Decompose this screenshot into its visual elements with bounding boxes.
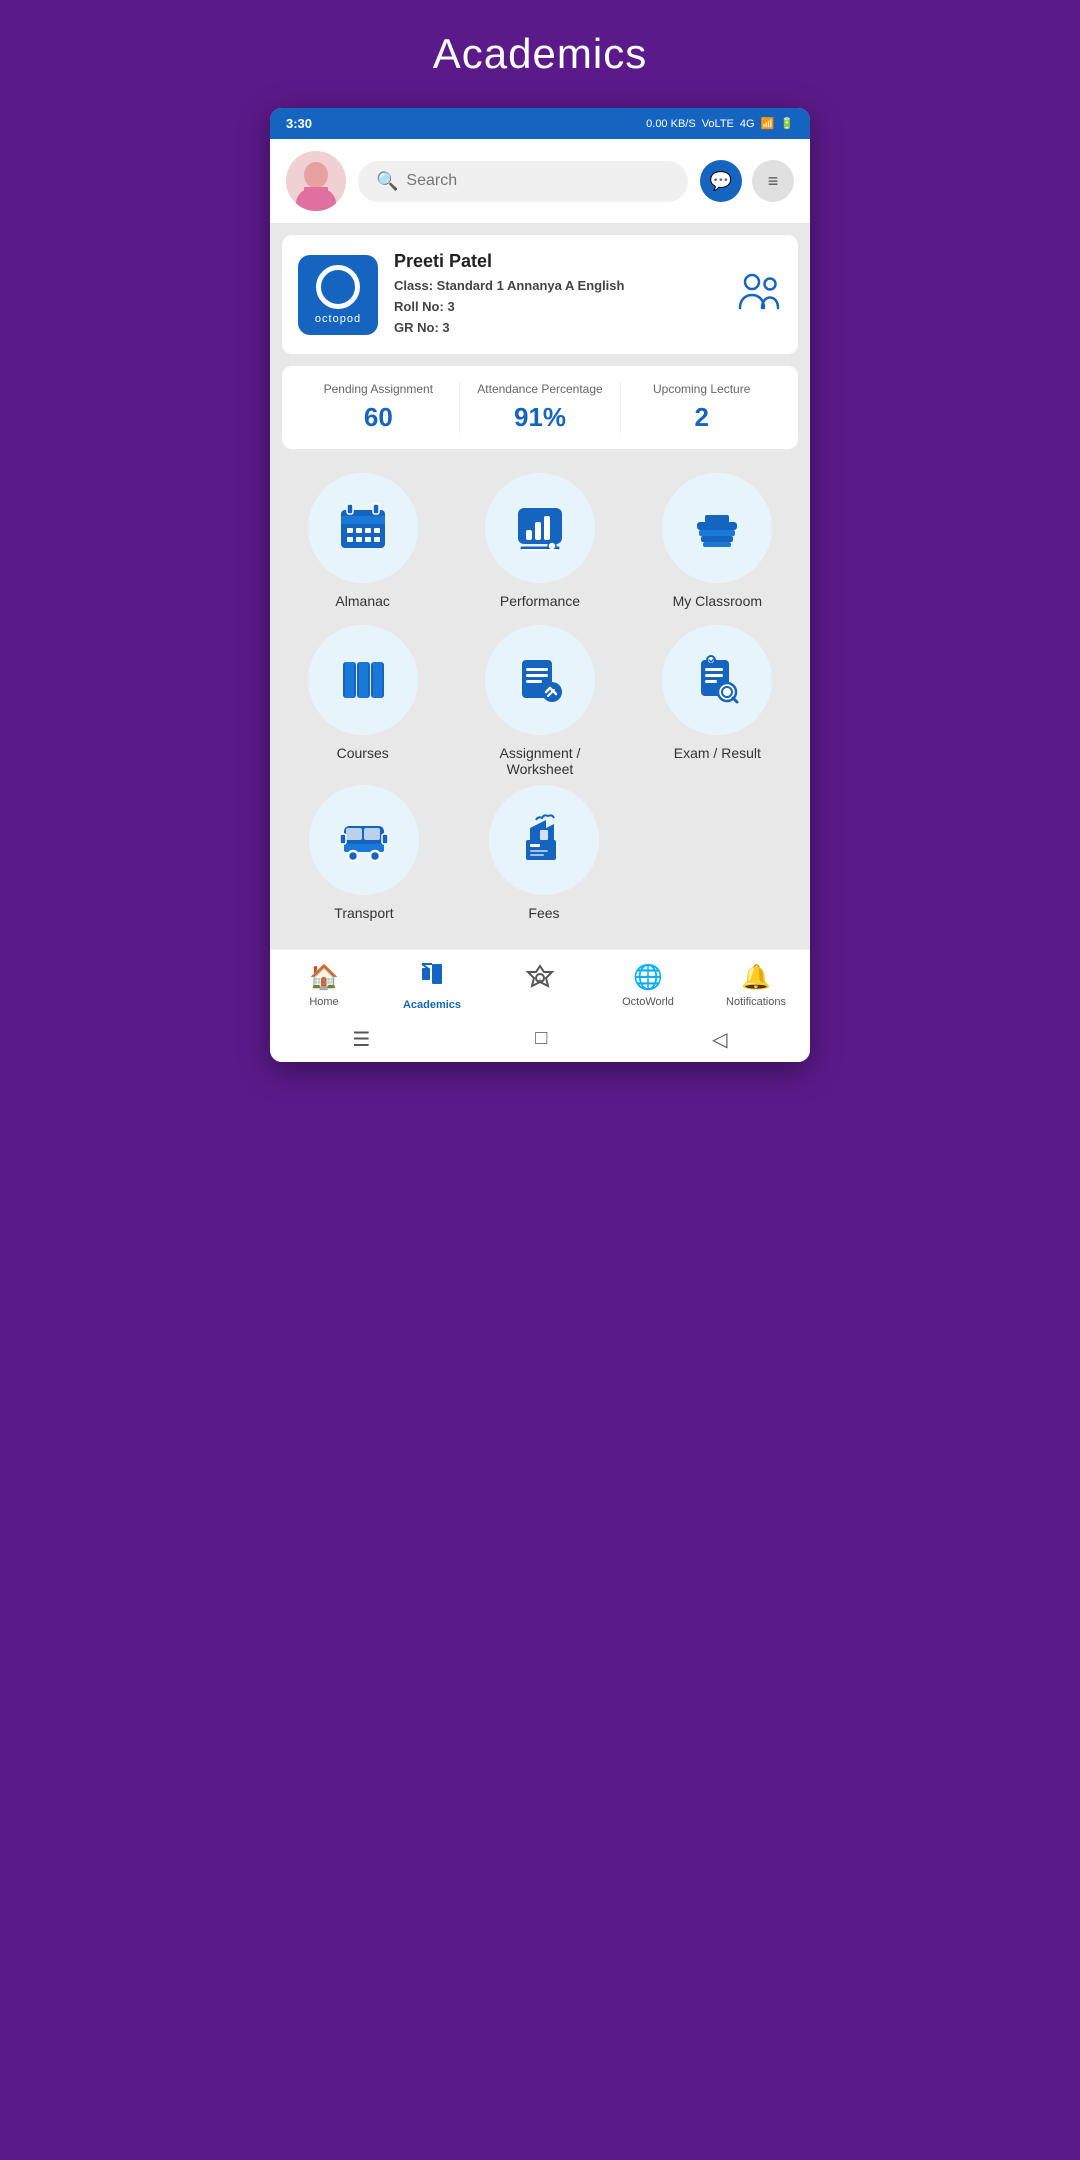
performance-icon-circle xyxy=(485,473,595,583)
class-value: Standard 1 Annanya A English xyxy=(437,278,625,293)
status-4g: 4G xyxy=(740,118,755,130)
my-classroom-label: My Classroom xyxy=(673,593,762,609)
gr-label: GR No: xyxy=(394,320,439,335)
transport-item[interactable]: Transport xyxy=(282,785,446,921)
nav-octoworld-label: OctoWorld xyxy=(622,996,674,1008)
class-label: Class: xyxy=(394,278,433,293)
fees-item[interactable]: Fees xyxy=(462,785,626,921)
profile-class: Class: Standard 1 Annanya A English xyxy=(394,276,722,297)
header-icons: 💬 ≡ xyxy=(700,160,794,202)
transport-icon-circle xyxy=(309,785,419,895)
menu-button[interactable]: ≡ xyxy=(752,160,794,202)
stat-attendance-label: Attendance Percentage xyxy=(460,382,621,396)
sys-back-btn[interactable]: ◁ xyxy=(712,1027,727,1052)
phone-frame: 3:30 0.00 KB/S VoLTE 4G 📶 🔋 🔍 💬 ≡ xyxy=(270,108,810,1062)
header: 🔍 💬 ≡ xyxy=(270,139,810,223)
search-bar[interactable]: 🔍 xyxy=(358,161,688,202)
exam-result-label: Exam / Result xyxy=(674,745,761,761)
performance-label: Performance xyxy=(500,593,580,609)
system-nav: ☰ □ ◁ xyxy=(270,1017,810,1062)
nav-academics[interactable]: Academics xyxy=(378,960,486,1011)
profile-roll: Roll No: 3 xyxy=(394,297,722,318)
home-icon: 🏠 xyxy=(309,963,339,992)
sys-menu-btn[interactable]: ☰ xyxy=(352,1027,370,1052)
nav-home-label: Home xyxy=(309,996,338,1008)
search-input[interactable] xyxy=(406,172,670,190)
grid-section: Almanac Performance xyxy=(270,461,810,933)
status-bar: 3:30 0.00 KB/S VoLTE 4G 📶 🔋 xyxy=(270,108,810,139)
fees-label: Fees xyxy=(528,905,559,921)
assignment-worksheet-item[interactable]: Assignment /Worksheet xyxy=(459,625,620,777)
svg-text:+: + xyxy=(538,976,543,985)
roll-value: 3 xyxy=(447,299,454,314)
stat-pending-value: 60 xyxy=(298,402,459,433)
courses-item[interactable]: Courses xyxy=(282,625,443,777)
my-classroom-icon-circle xyxy=(662,473,772,583)
user-avatar[interactable] xyxy=(286,151,346,211)
status-time: 3:30 xyxy=(286,116,312,131)
chat-button[interactable]: 💬 xyxy=(700,160,742,202)
search-icon: 🔍 xyxy=(376,171,398,192)
almanac-item[interactable]: Almanac xyxy=(282,473,443,609)
stat-pending-assignment[interactable]: Pending Assignment 60 xyxy=(298,382,459,433)
status-right: 0.00 KB/S VoLTE 4G 📶 🔋 xyxy=(646,117,794,130)
assignment-worksheet-label: Assignment /Worksheet xyxy=(500,745,581,777)
spacer xyxy=(270,933,810,949)
roll-label: Roll No: xyxy=(394,299,444,314)
nav-academics-label: Academics xyxy=(403,999,461,1011)
stat-upcoming-value: 2 xyxy=(621,402,782,433)
octopod-logo: octopod xyxy=(298,255,378,335)
academics-icon xyxy=(418,960,446,995)
gr-value: 3 xyxy=(442,320,449,335)
profile-info: Preeti Patel Class: Standard 1 Annanya A… xyxy=(394,251,722,338)
status-sim: VoLTE xyxy=(702,118,734,130)
courses-icon-circle xyxy=(308,625,418,735)
stat-upcoming-label: Upcoming Lecture xyxy=(621,382,782,396)
stat-pending-label: Pending Assignment xyxy=(298,382,459,396)
status-battery: 🔋 xyxy=(780,117,794,130)
page-title: Academics xyxy=(433,30,647,78)
center-octo-icon: + xyxy=(524,964,556,1003)
almanac-label: Almanac xyxy=(335,593,389,609)
icon-grid-main: Almanac Performance xyxy=(282,473,798,777)
performance-item[interactable]: Performance xyxy=(459,473,620,609)
status-signal: 📶 xyxy=(761,117,775,130)
exam-result-item[interactable]: Exam / Result xyxy=(637,625,798,777)
bottom-nav: 🏠 Home Academics + xyxy=(270,949,810,1017)
nav-notifications-label: Notifications xyxy=(726,996,786,1008)
assignment-icon-circle xyxy=(485,625,595,735)
profile-name: Preeti Patel xyxy=(394,251,722,272)
transport-label: Transport xyxy=(334,905,393,921)
sys-home-btn[interactable]: □ xyxy=(535,1027,547,1052)
courses-label: Courses xyxy=(337,745,389,761)
icon-row-2: Transport Fees xyxy=(282,785,798,921)
family-icon xyxy=(738,272,782,318)
nav-center-octo[interactable]: + xyxy=(486,964,594,1007)
octopod-text: octopod xyxy=(315,313,361,325)
octopod-ring xyxy=(316,265,360,309)
exam-result-icon-circle xyxy=(662,625,772,735)
nav-octoworld[interactable]: 🌐 OctoWorld xyxy=(594,963,702,1008)
notifications-icon: 🔔 xyxy=(741,963,771,992)
profile-card: octopod Preeti Patel Class: Standard 1 A… xyxy=(282,235,798,354)
stat-attendance[interactable]: Attendance Percentage 91% xyxy=(459,382,621,433)
nav-notifications[interactable]: 🔔 Notifications xyxy=(702,963,810,1008)
my-classroom-item[interactable]: My Classroom xyxy=(637,473,798,609)
stat-attendance-value: 91% xyxy=(460,402,621,433)
status-network: 0.00 KB/S xyxy=(646,118,696,130)
octoworld-icon: 🌐 xyxy=(633,963,663,992)
almanac-icon-circle xyxy=(308,473,418,583)
nav-home[interactable]: 🏠 Home xyxy=(270,963,378,1008)
fees-icon-circle xyxy=(489,785,599,895)
stats-row: Pending Assignment 60 Attendance Percent… xyxy=(282,366,798,449)
profile-gr: GR No: 3 xyxy=(394,318,722,339)
stat-upcoming[interactable]: Upcoming Lecture 2 xyxy=(620,382,782,433)
